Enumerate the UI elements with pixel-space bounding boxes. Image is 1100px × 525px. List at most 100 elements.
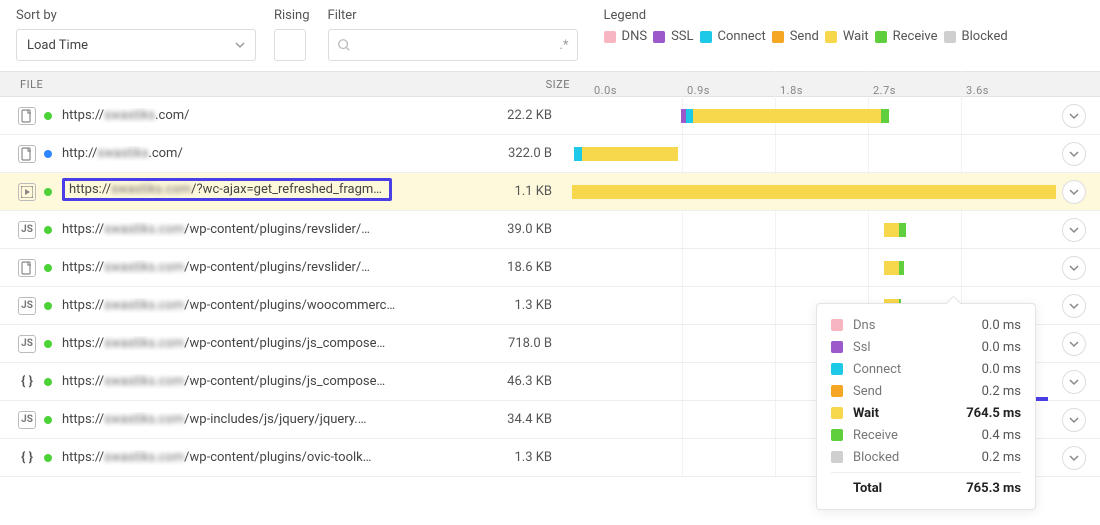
table-row[interactable]: https://swastiks.com/wp-content/plugins/… <box>0 249 1100 287</box>
legend-label: Legend <box>604 8 1008 23</box>
table-row[interactable]: JShttps://swastiks.com/wp-content/plugin… <box>0 211 1100 249</box>
legend-swatch-receive <box>875 31 887 43</box>
chevron-down-icon <box>235 40 245 50</box>
filter-label: Filter <box>328 8 578 23</box>
request-size: 34.4 KB <box>402 412 572 427</box>
legend-label-blocked: Blocked <box>962 29 1008 44</box>
timing-segment <box>881 109 889 123</box>
tooltip-value: 0.0 ms <box>951 362 1021 377</box>
status-dot <box>44 454 52 462</box>
request-url: https://swastiks.com/?wc-ajax=get_refres… <box>62 178 402 205</box>
tooltip-value: 0.2 ms <box>951 450 1021 465</box>
rising-checkbox[interactable] <box>274 29 306 61</box>
filetype-doc-icon <box>18 107 36 125</box>
sort-select[interactable]: Load Time <box>16 29 256 61</box>
status-dot <box>44 264 52 272</box>
legend-label-wait: Wait <box>843 29 869 44</box>
sort-control: Sort by Load Time <box>16 8 256 61</box>
tooltip-value: 0.0 ms <box>951 318 1021 333</box>
filter-box[interactable]: .* <box>328 29 578 61</box>
timing-segment <box>693 109 881 123</box>
tooltip-swatch <box>831 341 843 353</box>
timing-bar[interactable] <box>572 259 1056 277</box>
timing-segment <box>884 261 899 275</box>
request-size: 718.0 B <box>402 336 572 351</box>
filter-input[interactable] <box>357 38 554 53</box>
request-url: https://swastiks.com/wp-content/plugins/… <box>62 298 402 313</box>
legend-swatch-connect <box>700 31 712 43</box>
expand-button[interactable] <box>1062 408 1086 432</box>
sort-label: Sort by <box>16 8 256 23</box>
tooltip-label: Dns <box>853 318 941 333</box>
expand-button[interactable] <box>1062 446 1086 470</box>
request-url: https://swastiks.com/wp-content/plugins/… <box>62 222 402 237</box>
tooltip-row-blocked: Blocked 0.2 ms <box>831 446 1021 468</box>
request-url: https://swastiks.com/wp-includes/js/jque… <box>62 412 402 427</box>
legend-label-dns: DNS <box>622 29 648 44</box>
tooltip-label: Connect <box>853 362 941 377</box>
request-url: https://swastiks.com/wp-content/plugins/… <box>62 450 402 465</box>
header-row: FILE SIZE 0.0s0.9s1.8s2.7s3.6s <box>0 71 1100 97</box>
timing-segment <box>572 185 1056 199</box>
tooltip-label: Wait <box>853 406 941 421</box>
tooltip-swatch <box>831 319 843 331</box>
tooltip-row-send: Send0.2 ms <box>831 380 1021 402</box>
table-row[interactable]: https://swastiks.com/22.2 KB <box>0 97 1100 135</box>
tooltip-swatch <box>831 429 843 441</box>
tooltip-row-connect: Connect 0.0 ms <box>831 358 1021 380</box>
request-size: 1.3 KB <box>402 450 572 465</box>
status-dot <box>44 302 52 310</box>
timing-segment <box>884 223 899 237</box>
request-url: http://swastiks.com/ <box>62 146 402 161</box>
timing-segment <box>574 147 581 161</box>
filetype-brace-icon: { } <box>18 449 36 467</box>
sort-value: Load Time <box>27 38 88 53</box>
expand-button[interactable] <box>1062 104 1086 128</box>
search-icon <box>337 38 351 52</box>
expand-button[interactable] <box>1062 142 1086 166</box>
legend-label-receive: Receive <box>893 29 938 44</box>
table-row[interactable]: https://swastiks.com/?wc-ajax=get_refres… <box>0 173 1100 211</box>
expand-button[interactable] <box>1062 180 1086 204</box>
status-dot <box>44 226 52 234</box>
tooltip-total: Total765.3 ms <box>831 477 1021 499</box>
tooltip-label: Blocked <box>853 450 941 465</box>
status-dot <box>44 112 52 120</box>
legend-swatch-dns <box>604 31 616 43</box>
request-url: https://swastiks.com/wp-content/plugins/… <box>62 260 402 275</box>
timing-bar[interactable] <box>572 183 1056 201</box>
timing-bar[interactable] <box>572 107 1056 125</box>
request-size: 22.2 KB <box>402 108 572 123</box>
expand-button[interactable] <box>1062 256 1086 280</box>
expand-button[interactable] <box>1062 332 1086 356</box>
request-size: 1.1 KB <box>402 184 572 199</box>
tooltip-label: Send <box>853 384 941 399</box>
header-file: FILE <box>0 78 420 91</box>
tooltip-label: Ssl <box>853 340 941 355</box>
status-dot <box>44 188 52 196</box>
tooltip-value: 0.4 ms <box>951 428 1021 443</box>
tooltip-swatch <box>831 451 843 463</box>
expand-button[interactable] <box>1062 294 1086 318</box>
tooltip-swatch <box>831 407 843 419</box>
timing-bar[interactable] <box>572 145 1056 163</box>
request-url: https://swastiks.com/wp-content/plugins/… <box>62 336 402 351</box>
legend-swatch-blocked <box>944 31 956 43</box>
header-size: SIZE <box>420 78 590 91</box>
tooltip-row-ssl: Ssl 0.0 ms <box>831 336 1021 358</box>
filetype-doc-icon <box>18 259 36 277</box>
request-size: 322.0 B <box>402 146 572 161</box>
timing-segment <box>686 109 693 123</box>
expand-button[interactable] <box>1062 370 1086 394</box>
legend-swatch-wait <box>825 31 837 43</box>
expand-button[interactable] <box>1062 218 1086 242</box>
tooltip-label: Receive <box>853 428 941 443</box>
tooltip-value: 0.0 ms <box>951 340 1021 355</box>
timing-bar[interactable] <box>572 221 1056 239</box>
table-row[interactable]: http://swastiks.com/322.0 B <box>0 135 1100 173</box>
filetype-js-icon: JS <box>18 335 36 353</box>
filetype-doc-icon <box>18 145 36 163</box>
regex-toggle[interactable]: .* <box>560 38 569 53</box>
request-size: 18.6 KB <box>402 260 572 275</box>
tooltip-swatch <box>831 482 843 494</box>
